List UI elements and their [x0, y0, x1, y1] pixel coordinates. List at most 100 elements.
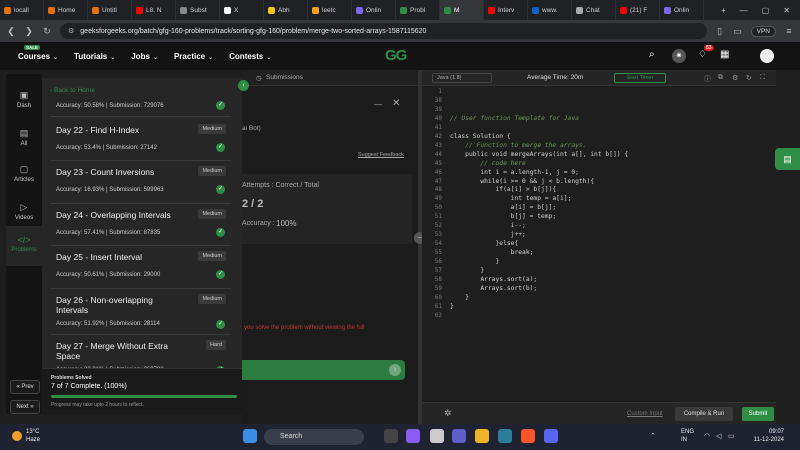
list-item[interactable]: Day 23 - Count Inversions Medium Accuracy:… [51, 161, 231, 204]
custom-input-link[interactable]: Custom Input [627, 411, 663, 417]
edge-icon[interactable] [498, 429, 512, 443]
code-line[interactable]: } [450, 258, 499, 265]
list-item[interactable]: Day 24 - Overlapping Intervals Medium Accu… [51, 204, 231, 246]
wallet-icon[interactable]: ▭ [733, 26, 743, 37]
browser-tab[interactable]: locall [0, 0, 44, 20]
code-line[interactable]: while(i >= 0 && j < b.length){ [450, 178, 594, 185]
code-line[interactable]: // User function Template for Java [450, 115, 579, 122]
language-select[interactable]: Java (1.8) [432, 73, 492, 83]
list-item[interactable]: Day 26 - Non-overlapping Intervals Medium… [51, 289, 231, 335]
nav-jobs[interactable]: Jobs ⌄ [131, 52, 158, 61]
code-line[interactable]: } [450, 267, 484, 274]
nav-contests[interactable]: Contests ⌄ [229, 52, 271, 61]
code-line[interactable]: if(a[i] > b[j]){ [450, 186, 556, 193]
submit-button[interactable]: Submit [742, 407, 774, 421]
weather-icon[interactable] [12, 431, 22, 441]
avatar[interactable] [760, 49, 774, 63]
weather-widget[interactable]: 13°C Haze [26, 428, 40, 444]
discord-icon[interactable] [544, 429, 558, 443]
list-item[interactable]: Day 25 - Insert Interval Medium Accuracy: … [51, 246, 231, 289]
browser-tab[interactable]: Chat [572, 0, 616, 20]
copilot-icon[interactable] [406, 429, 420, 443]
fullscreen-icon[interactable]: ⛶ [760, 74, 765, 82]
info-icon[interactable]: ⓘ [704, 74, 711, 84]
chevron-up-icon[interactable]: ⌃ [650, 432, 656, 440]
code-line[interactable]: i--; [450, 222, 526, 229]
nav-tutorials[interactable]: Tutorials ⌄ [74, 52, 115, 61]
prev-button[interactable]: « Prev [10, 380, 40, 394]
rail-item-articles[interactable]: ▢ Articles [6, 160, 42, 190]
code-line[interactable]: b[j] = temp; [450, 213, 557, 220]
minimize-icon[interactable]: — [740, 6, 748, 15]
suggest-feedback-link[interactable]: Suggest Feedback [358, 152, 404, 158]
windows-start-icon[interactable] [243, 429, 257, 443]
next-problem-bar[interactable]: › [242, 360, 405, 380]
browser-tab[interactable]: (21) F [616, 0, 660, 20]
browser-tab[interactable]: Home [44, 0, 88, 20]
chat-icon[interactable]: ▤ [775, 148, 800, 170]
system-clock[interactable]: 09:07 11-12-2024 [744, 428, 784, 444]
language-indicator[interactable]: ENG IN [681, 428, 694, 444]
nav-courses[interactable]: SALE Courses ⌄ [18, 44, 58, 61]
browser-tab[interactable]: Untitl [88, 0, 132, 20]
code-line[interactable]: Arrays.sort(b); [450, 285, 537, 292]
copy-icon[interactable]: ⧉ [718, 74, 723, 82]
rail-item-dash[interactable]: ▣ Dash [6, 86, 42, 116]
sidebar-icon[interactable]: ▯ [715, 26, 725, 37]
code-line[interactable]: public void mergeArrays(int a[], int b[]… [450, 151, 628, 158]
maximize-icon[interactable]: ▢ [762, 6, 770, 15]
theme-toggle-icon[interactable]: ✷ [672, 49, 686, 63]
code-line[interactable]: int i = a.length-1, j = 0; [450, 169, 579, 176]
browser-tab[interactable]: Probl [396, 0, 440, 20]
settings-icon[interactable]: ⚙ [732, 74, 738, 82]
battery-icon[interactable]: ▭ [728, 432, 735, 440]
close-icon[interactable]: ✕ [392, 98, 400, 109]
site-info-icon[interactable]: ⚙ [68, 27, 74, 35]
rail-item-all[interactable]: ▤ All [6, 124, 42, 154]
brave-icon[interactable] [521, 429, 535, 443]
browser-tab[interactable]: Onlin [660, 0, 704, 20]
browser-tab[interactable]: L8. N [132, 0, 176, 20]
code-line[interactable]: }else{ [450, 240, 518, 247]
tab-submissions[interactable]: Submissions [266, 74, 303, 81]
task-view-icon[interactable] [384, 429, 398, 443]
apps-icon[interactable]: ▦ [720, 49, 729, 60]
app-icon[interactable] [430, 429, 444, 443]
chevron-right-icon[interactable]: › [389, 364, 401, 376]
close-icon[interactable]: ✕ [783, 6, 790, 15]
browser-tab[interactable]: www. [528, 0, 572, 20]
browser-tab[interactable]: leetc [308, 0, 352, 20]
code-line[interactable]: // code here [450, 160, 526, 167]
code-line[interactable]: // Function to merge the arrays. [450, 142, 586, 149]
teams-icon[interactable] [452, 429, 466, 443]
start-timer-button[interactable]: Start Timer [614, 73, 666, 83]
collapse-panel-icon[interactable]: ‹ [238, 80, 249, 91]
vpn-button[interactable]: VPN [750, 25, 776, 37]
url-field[interactable]: ⚙ geeksforgeeks.org/batch/gfg-160-proble… [60, 23, 707, 39]
browser-tab[interactable]: Interv [484, 0, 528, 20]
rail-item-videos[interactable]: ▷ Videos [6, 198, 42, 228]
file-explorer-icon[interactable] [475, 429, 489, 443]
browser-tab[interactable]: Abh [264, 0, 308, 20]
back-icon[interactable]: ❮ [6, 26, 16, 37]
code-line[interactable]: Arrays.sort(a); [450, 276, 537, 283]
code-line[interactable]: break; [450, 249, 534, 256]
code-line[interactable]: a[i] = b[j]; [450, 204, 557, 211]
minimize-icon[interactable]: — [374, 100, 382, 109]
forward-icon[interactable]: ❯ [24, 26, 34, 37]
nav-practice[interactable]: Practice ⌄ [174, 52, 213, 61]
volume-icon[interactable]: ◁ [716, 432, 721, 440]
menu-icon[interactable]: ≡ [784, 26, 794, 36]
reload-icon[interactable]: ↻ [42, 26, 52, 37]
code-line[interactable]: j++; [450, 231, 526, 238]
gfg-logo[interactable]: GG [385, 47, 407, 64]
next-button[interactable]: Next » [10, 400, 40, 414]
settings-gear-icon[interactable]: ✲ [444, 408, 452, 419]
compile-run-button[interactable]: Compile & Run [675, 407, 733, 421]
browser-tab[interactable]: Onlin [352, 0, 396, 20]
browser-tab[interactable]: Subst [176, 0, 220, 20]
rail-item-problems[interactable]: </> Problems [6, 226, 42, 266]
list-item[interactable]: Day 22 - Find H-Index Medium Accuracy: 53.… [51, 119, 231, 161]
back-to-home-link[interactable]: ‹ Back to Home [50, 87, 95, 94]
reset-icon[interactable]: ↻ [746, 74, 752, 82]
